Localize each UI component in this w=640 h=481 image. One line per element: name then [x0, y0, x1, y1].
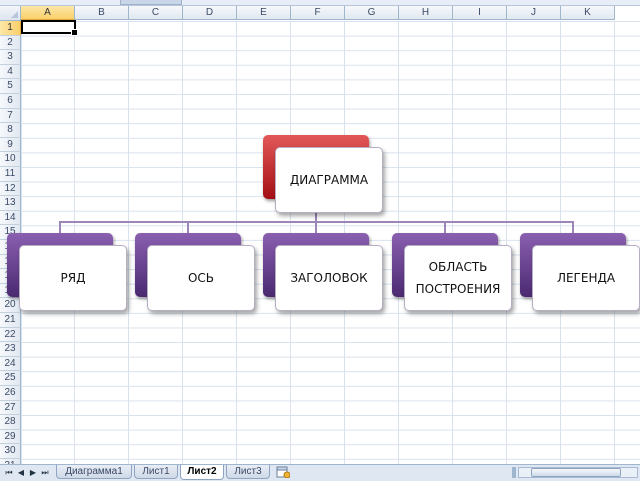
diagram-child-label: ЗАГОЛОВОК	[275, 245, 383, 311]
row-header-21[interactable]: 21	[0, 313, 21, 328]
insert-sheet-icon[interactable]	[276, 466, 290, 478]
column-header-row: ABCDEFGHIJK	[0, 6, 640, 21]
column-header-k[interactable]: K	[561, 6, 615, 20]
diagram-child-os[interactable]: ОСЬ	[135, 233, 257, 315]
row-header-2[interactable]: 2	[0, 35, 21, 51]
fill-handle[interactable]	[71, 29, 78, 36]
diagram-child-legenda[interactable]: ЛЕГЕНДА	[520, 233, 640, 315]
row-header-8[interactable]: 8	[0, 123, 21, 138]
column-header-g[interactable]: G	[345, 6, 399, 20]
row-header-3[interactable]: 3	[0, 50, 21, 65]
row-header-7[interactable]: 7	[0, 108, 21, 124]
row-header-11[interactable]: 11	[0, 167, 21, 182]
sheet-tab-bar: ⏮ ◀ ▶ ⏭ Диаграмма1 Лист1 Лист2 Лист3	[0, 464, 640, 481]
row-header-5[interactable]: 5	[0, 79, 21, 94]
column-header-f[interactable]: F	[291, 6, 345, 20]
column-header-b[interactable]: B	[75, 6, 129, 20]
diagram-child-oblast-postroeniya[interactable]: ОБЛАСТЬ ПОСТРОЕНИЯ	[392, 233, 514, 315]
column-header-h[interactable]: H	[399, 6, 453, 20]
tab-split-handle[interactable]	[512, 467, 516, 478]
diagram-child-ryad[interactable]: РЯД	[7, 233, 129, 315]
diagram-root-node[interactable]: ДИАГРАММА	[263, 135, 385, 215]
prev-sheet-icon[interactable]: ◀	[16, 467, 26, 478]
row-header-26[interactable]: 26	[0, 386, 21, 401]
column-header-c[interactable]: C	[129, 6, 183, 20]
row-header-24[interactable]: 24	[0, 356, 21, 372]
row-header-25[interactable]: 25	[0, 371, 21, 386]
column-header-a[interactable]: A	[21, 6, 75, 20]
row-header-12[interactable]: 12	[0, 181, 21, 197]
row-header-6[interactable]: 6	[0, 94, 21, 109]
select-all-corner[interactable]	[0, 6, 21, 21]
sheet-tab-list1[interactable]: Лист1	[134, 465, 178, 479]
diagram-child-label: ОСЬ	[147, 245, 255, 311]
first-sheet-icon[interactable]: ⏮	[4, 467, 14, 478]
sheet-tab-diagramma1[interactable]: Диаграмма1	[56, 465, 132, 479]
row-header-30[interactable]: 30	[0, 444, 21, 459]
column-header-j[interactable]: J	[507, 6, 561, 20]
next-sheet-icon[interactable]: ▶	[28, 467, 38, 478]
sheet-tab-list2[interactable]: Лист2	[180, 465, 224, 480]
last-sheet-icon[interactable]: ⏭	[40, 467, 50, 478]
row-header-13[interactable]: 13	[0, 196, 21, 211]
horizontal-scroll-thumb[interactable]	[531, 468, 621, 477]
row-header-14[interactable]: 14	[0, 210, 21, 226]
column-header-d[interactable]: D	[183, 6, 237, 20]
row-header-29[interactable]: 29	[0, 429, 21, 445]
row-header-1[interactable]: 1	[0, 21, 21, 36]
horizontal-scrollbar[interactable]	[518, 467, 638, 478]
diagram-root-label: ДИАГРАММА	[275, 147, 383, 213]
diagram-child-label: РЯД	[19, 245, 127, 311]
diagram-child-label: ЛЕГЕНДА	[532, 245, 640, 311]
row-header-10[interactable]: 10	[0, 152, 21, 167]
column-header-e[interactable]: E	[237, 6, 291, 20]
row-header-28[interactable]: 28	[0, 415, 21, 430]
diagram-child-label: ОБЛАСТЬ ПОСТРОЕНИЯ	[404, 245, 512, 311]
row-header-23[interactable]: 23	[0, 342, 21, 357]
row-header-22[interactable]: 22	[0, 327, 21, 343]
column-header-i[interactable]: I	[453, 6, 507, 20]
row-header-9[interactable]: 9	[0, 137, 21, 153]
active-cell-a1[interactable]	[21, 20, 78, 36]
top-strip-thumb[interactable]	[120, 0, 182, 5]
row-header-27[interactable]: 27	[0, 400, 21, 416]
row-header-4[interactable]: 4	[0, 64, 21, 80]
sheet-tab-list3[interactable]: Лист3	[226, 465, 270, 479]
diagram-child-zagolovok[interactable]: ЗАГОЛОВОК	[263, 233, 385, 315]
